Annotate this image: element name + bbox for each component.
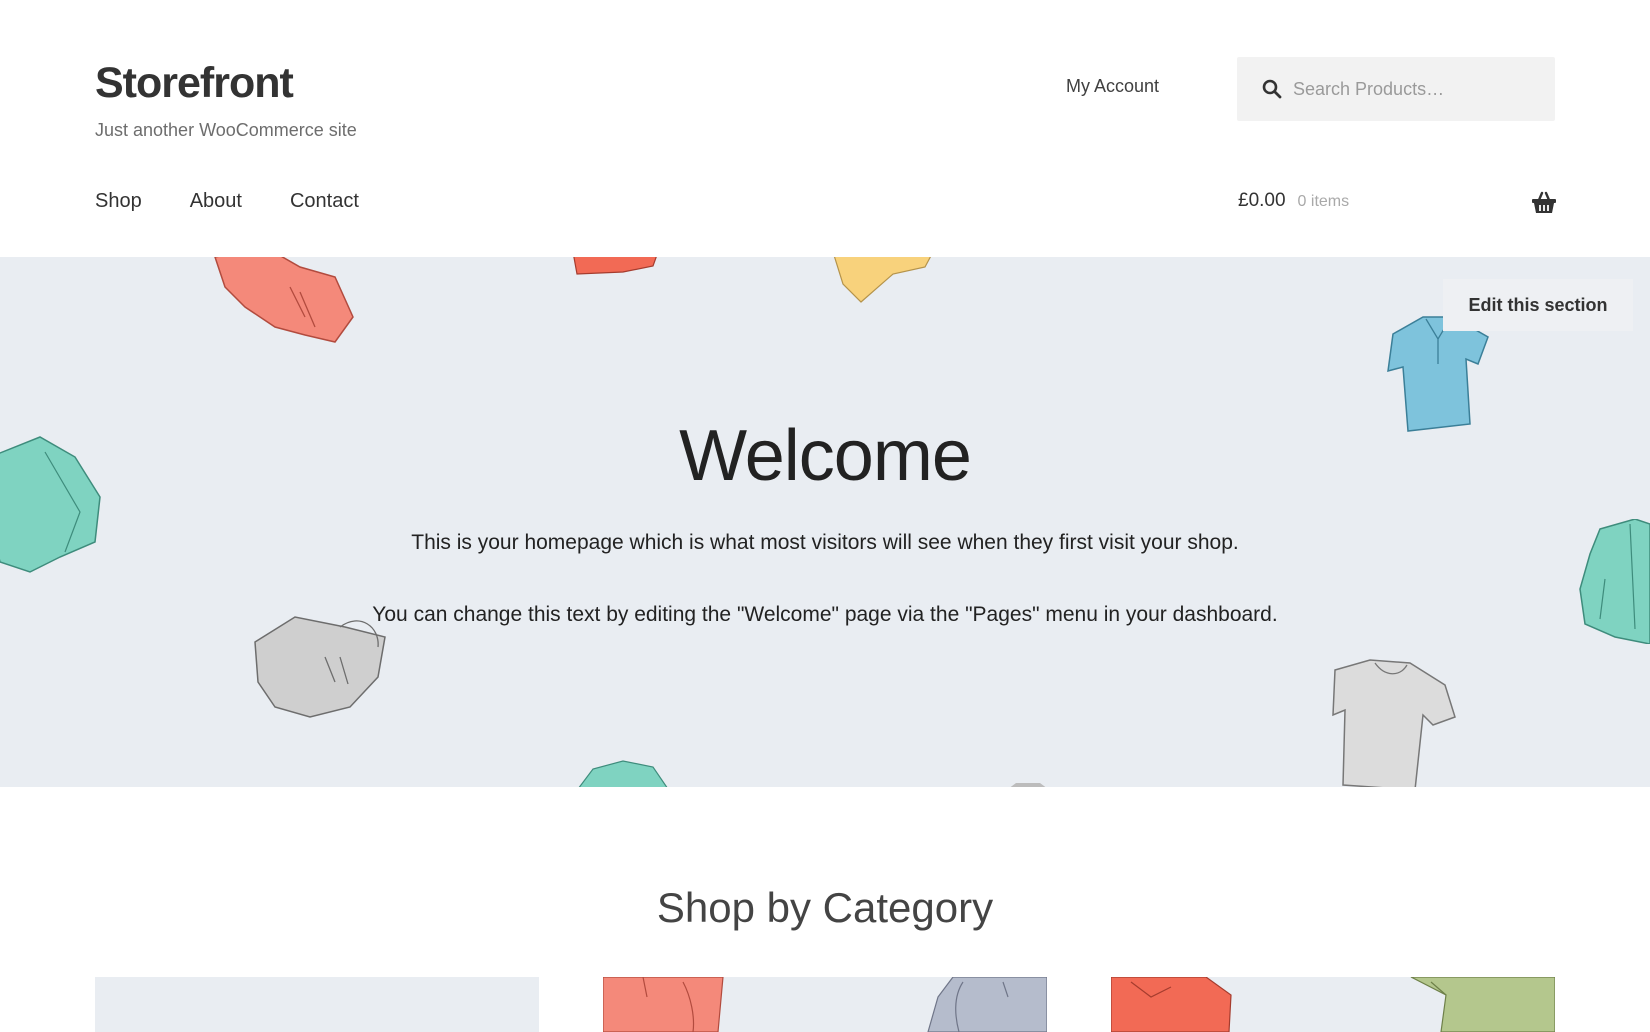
primary-nav: Shop About Contact	[95, 190, 359, 213]
category-3-image	[1111, 977, 1555, 1032]
hero-paragraph-2: You can change this text by editing the …	[372, 603, 1278, 626]
brand: Storefront Just another WooCommerce site	[95, 58, 357, 141]
category-2-image	[603, 977, 1047, 1032]
edit-section-button[interactable]: Edit this section	[1443, 279, 1633, 331]
category-card-1[interactable]	[95, 977, 539, 1032]
teal-hoodie-bottom-image	[578, 760, 668, 787]
grey-tshirt-image	[1332, 659, 1456, 787]
category-card-2[interactable]	[603, 977, 1047, 1032]
yellow-hat-image	[833, 257, 932, 303]
basket-icon[interactable]	[1531, 190, 1557, 216]
my-account-link[interactable]: My Account	[1066, 76, 1159, 97]
category-card-3[interactable]	[1111, 977, 1555, 1032]
page: Storefront Just another WooCommerce site…	[0, 0, 1650, 1032]
nav-item-contact[interactable]: Contact	[290, 190, 359, 213]
coral-shirt-top-image	[573, 257, 657, 275]
grey-garment-bottom-image	[1010, 783, 1046, 787]
search-icon	[1259, 76, 1285, 102]
search-box[interactable]	[1237, 57, 1555, 121]
shop-by-category-title: Shop by Category	[656, 884, 994, 931]
cart-count: 0 items	[1297, 193, 1350, 210]
coral-hoodie-image	[214, 257, 354, 343]
grey-hoodie-image	[254, 616, 386, 718]
hero-welcome-section: Edit this section Welcome This is your h…	[0, 257, 1650, 787]
hero-title: Welcome	[679, 416, 972, 496]
nav-item-shop[interactable]: Shop	[95, 190, 142, 213]
hero-paragraph-1: This is your homepage which is what most…	[411, 531, 1239, 554]
site-title[interactable]: Storefront	[95, 58, 357, 108]
site-header: Storefront Just another WooCommerce site…	[0, 0, 1650, 257]
cart-amount: £0.00	[1238, 190, 1286, 211]
nav-item-about[interactable]: About	[190, 190, 242, 213]
search-input[interactable]	[1285, 57, 1555, 121]
site-tagline: Just another WooCommerce site	[95, 120, 357, 140]
cart-summary[interactable]: £0.00 0 items	[1238, 190, 1349, 212]
